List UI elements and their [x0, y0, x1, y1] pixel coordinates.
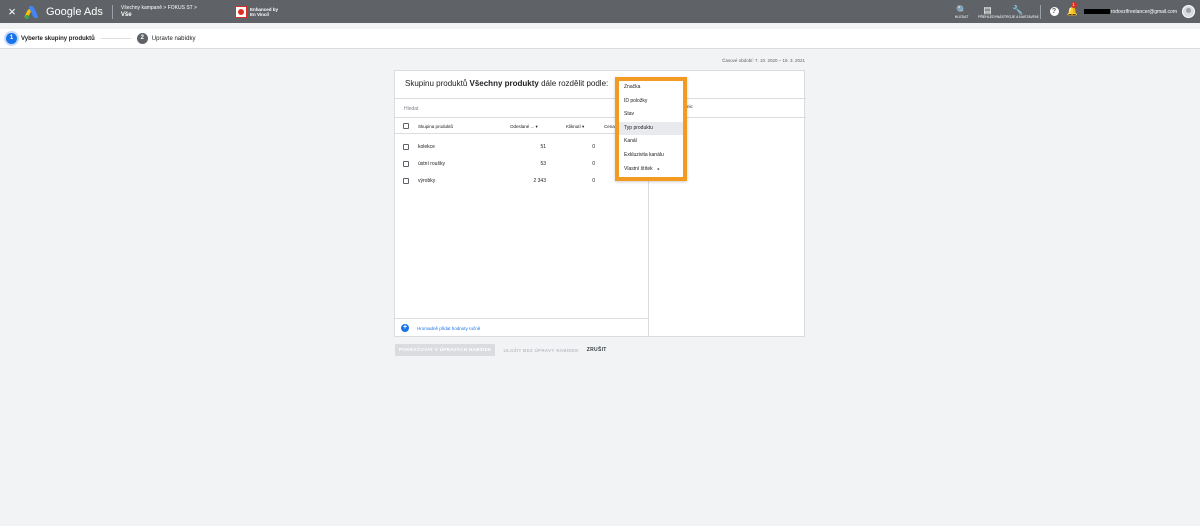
column-header-clicks[interactable]: Kliknutí ▾ — [566, 124, 584, 130]
top-bar-actions: 🔍 HLEDAT ▤ PŘEHLEDY 🔧 NÁSTROJE A NASTAVE… — [949, 0, 1200, 23]
cancel-button[interactable]: ZRUŠIT — [587, 347, 607, 353]
step-label: Upravte nabídky — [151, 35, 196, 42]
column-header-sent[interactable]: Odeslané ... ▾ — [510, 124, 538, 130]
row-name: ústní roušky — [418, 161, 445, 167]
subdivide-dimension-menu: Značka ID položky Stav Typ produktu Kaná… — [615, 77, 687, 181]
custom-label-text: Vlastní štítek — [624, 166, 653, 172]
extension-icon — [234, 5, 247, 18]
title-product-group: Všechny produkty — [469, 79, 539, 88]
step-number: 1 — [6, 33, 17, 44]
select-all-checkbox[interactable] — [403, 123, 409, 129]
table-row[interactable]: ústní roušky 53 0 — [395, 156, 649, 173]
account-email[interactable]: rodovzlfreelancer@gmail.com — [1111, 9, 1177, 15]
step-edit-bids[interactable]: 2 Upravte nabídky — [136, 33, 196, 44]
breadcrumb-current[interactable]: Vše — [121, 12, 197, 19]
row-sent: 51 — [540, 144, 546, 150]
row-name: kolekce — [418, 144, 435, 150]
extension-badge[interactable]: Enhanced by En Vincíl — [234, 5, 278, 18]
step-select-product-groups[interactable]: 1 Vyberte skupiny produktů — [6, 33, 95, 44]
extension-label-line1: Enhanced by — [249, 6, 278, 12]
step-connector — [100, 38, 131, 39]
right-pane-label: nic — [687, 104, 693, 109]
bulk-add-values-link[interactable]: + Hromadně přidat hodnoty ručně — [395, 318, 649, 337]
step-number: 2 — [136, 33, 148, 44]
add-circle-icon: + — [401, 324, 409, 332]
breadcrumb[interactable]: Všechny kampaně > FOKUS ST > Vše — [121, 5, 197, 19]
google-ads-logo-icon — [23, 5, 40, 19]
title-prefix: Skupinu produktů — [405, 79, 470, 88]
menu-item-brand[interactable]: Značka — [619, 81, 683, 94]
reports-icon: ▤ — [983, 4, 992, 15]
row-clicks: 0 — [592, 144, 595, 150]
menu-item-custom-label[interactable]: Vlastní štítek ▸ — [619, 162, 683, 175]
date-range[interactable]: Časové období: 7. 10. 2020 – 19. 3. 2021 — [700, 58, 805, 63]
redacted-account-name — [1083, 9, 1110, 14]
row-checkbox[interactable] — [403, 178, 409, 184]
breadcrumb-path[interactable]: Všechny kampaně > FOKUS ST > — [121, 5, 197, 12]
continue-editing-bids-button[interactable]: POKRAČOVAT V ÚPRAVÁCH NABÍDEK — [395, 344, 496, 356]
table-row[interactable]: kolekce 51 0 — [395, 139, 649, 156]
row-checkbox[interactable] — [403, 144, 409, 150]
row-checkbox[interactable] — [403, 161, 409, 167]
step-label: Vyberte skupiny produktů — [21, 35, 95, 42]
product-groups-pane: Hledat Skupina produktů Odeslané ... ▾ K… — [395, 99, 649, 337]
row-name: výrobky — [418, 178, 436, 184]
menu-item-condition[interactable]: Stav — [619, 108, 683, 121]
notification-count-badge: 1 — [1070, 2, 1077, 8]
divider — [111, 4, 113, 19]
reports-label: PŘEHLEDY — [978, 14, 997, 19]
card-title: Skupinu produktů Všechny produkty dále r… — [405, 79, 608, 88]
menu-item-item-id[interactable]: ID položky — [619, 95, 683, 108]
tools-icon: 🔧 — [1011, 4, 1024, 15]
tools-settings-button[interactable]: 🔧 NÁSTROJE A NASTAVENÍ — [997, 4, 1039, 19]
action-buttons: POKRAČOVAT V ÚPRAVÁCH NABÍDEK ULOŽIT BEZ… — [395, 344, 607, 356]
title-suffix: dále rozdělit podle: — [538, 79, 609, 88]
close-icon[interactable]: × — [2, 4, 22, 19]
table-header: Skupina produktů Odeslané ... ▾ Kliknutí… — [395, 117, 649, 134]
table-row[interactable]: výrobky 2 343 0 — [395, 173, 649, 190]
help-icon[interactable]: ? — [1049, 7, 1059, 16]
column-header-price[interactable]: Cena — [604, 124, 615, 129]
row-clicks: 0 — [592, 161, 595, 167]
menu-item-channel[interactable]: Kanál — [619, 135, 683, 148]
save-without-bids-button[interactable]: ULOŽIT BEZ ÚPRAVY NABÍDEK — [503, 348, 578, 353]
stepper: 1 Vyberte skupiny produktů 2 Upravte nab… — [0, 29, 1200, 49]
bulk-add-values-label: Hromadně přidat hodnoty ručně — [417, 325, 481, 331]
top-bar: × Google Ads Všechny kampaně > FOKUS ST … — [0, 0, 1200, 23]
menu-item-channel-exclusivity[interactable]: Exkluzivita kanálu — [619, 149, 683, 162]
divider — [1039, 4, 1041, 19]
search-label: HLEDAT — [954, 14, 969, 19]
column-header-product-group[interactable]: Skupina produktů — [418, 124, 453, 129]
row-clicks: 0 — [592, 178, 595, 184]
tools-label: NÁSTROJE A NASTAVENÍ — [996, 14, 1039, 19]
extension-label-line2: En Vincíl — [249, 11, 269, 17]
menu-item-product-type[interactable]: Typ produktu — [619, 121, 683, 135]
avatar[interactable] — [1182, 5, 1195, 18]
submenu-arrow-icon: ▸ — [657, 166, 660, 171]
notifications-bell-icon[interactable]: 🔔 1 — [1067, 2, 1078, 17]
brand-name: Google Ads — [46, 5, 103, 18]
row-sent: 53 — [540, 161, 546, 167]
search-icon: 🔍 — [955, 4, 968, 15]
search-input[interactable]: Hledat — [404, 106, 418, 112]
row-sent: 2 343 — [533, 178, 546, 184]
subdivide-card: Skupinu produktů Všechny produkty dále r… — [394, 70, 806, 337]
search-button[interactable]: 🔍 HLEDAT — [949, 5, 975, 19]
